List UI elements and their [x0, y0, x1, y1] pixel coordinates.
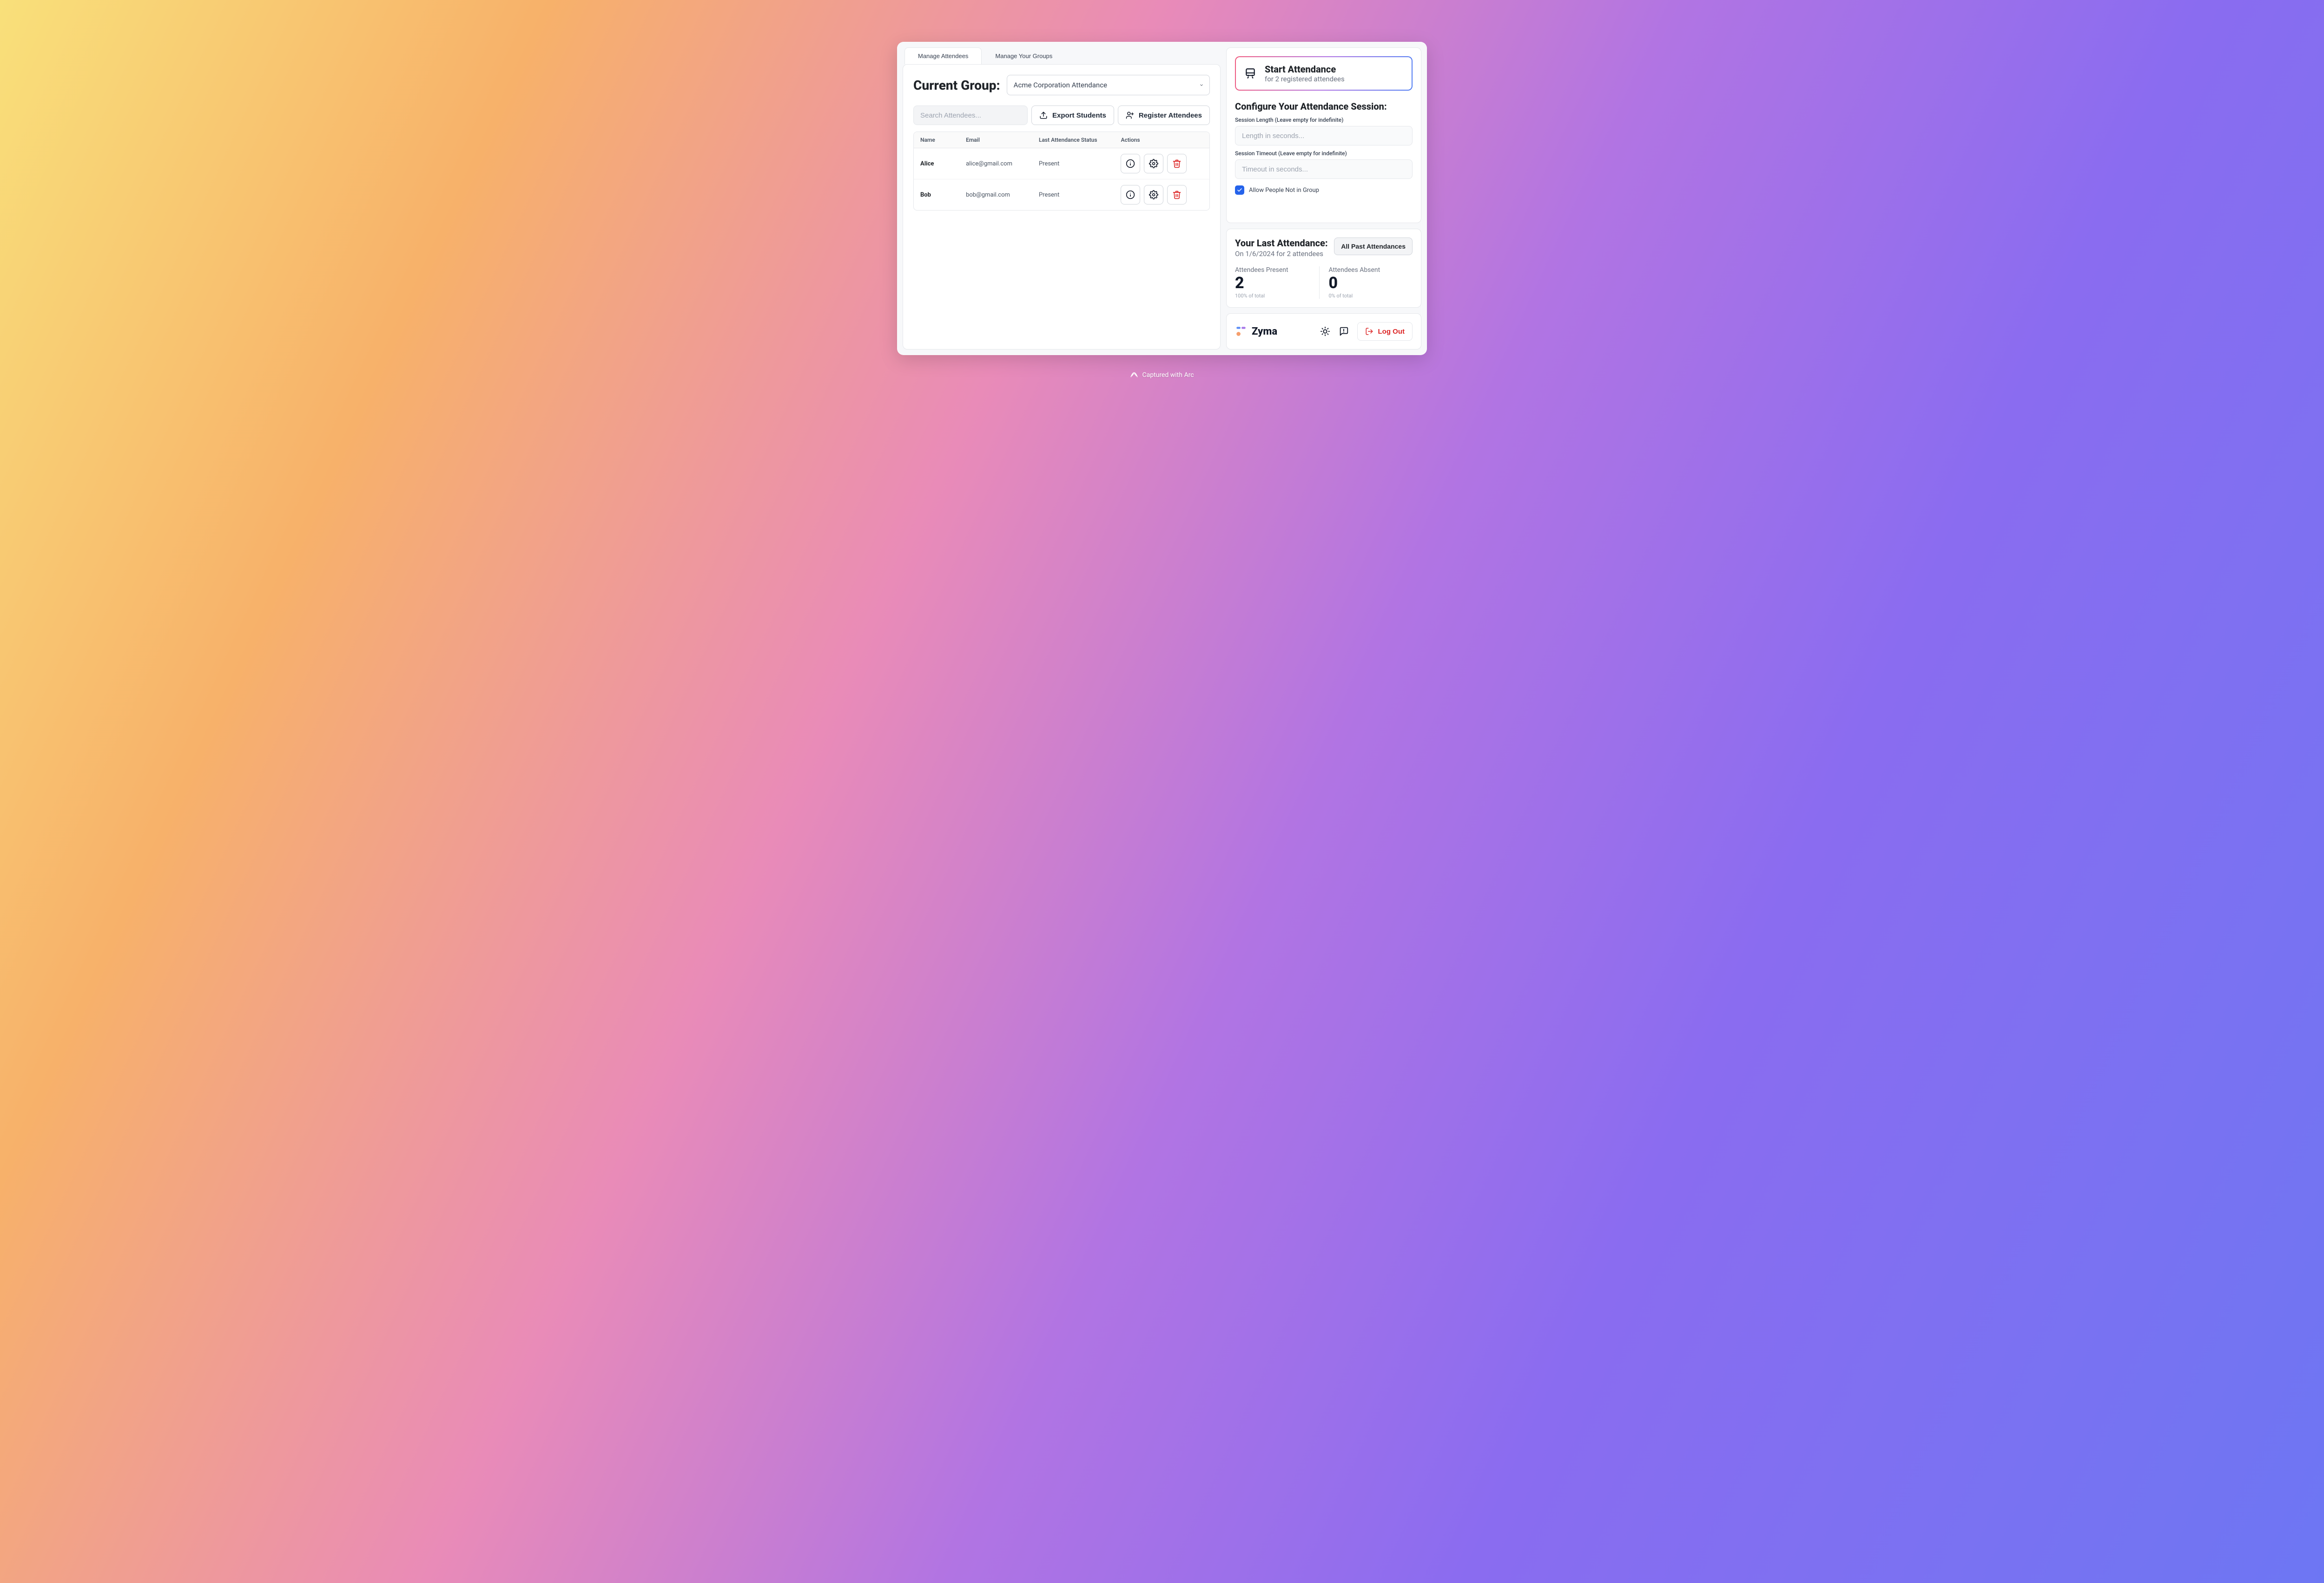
stat-present: Attendees Present 2 100% of total: [1235, 266, 1319, 299]
register-attendees-label: Register Attendees: [1139, 112, 1202, 119]
table-header: Name Email Last Attendance Status Action…: [914, 132, 1209, 148]
bus-icon: [1244, 67, 1256, 79]
brand: Zyma: [1235, 325, 1277, 337]
col-name: Name: [920, 137, 966, 143]
last-attendance-card: Your Last Attendance: On 1/6/2024 for 2 …: [1226, 229, 1421, 308]
register-attendees-button[interactable]: Register Attendees: [1118, 106, 1210, 125]
table-row: Alice alice@gmail.com Present: [914, 148, 1209, 179]
left-panel: Manage Attendees Manage Your Groups Curr…: [903, 47, 1221, 350]
logout-button[interactable]: Log Out: [1357, 322, 1413, 341]
delete-button[interactable]: [1167, 154, 1187, 173]
row-actions: [1121, 154, 1203, 173]
allow-people-checkbox[interactable]: [1235, 185, 1244, 195]
arc-icon: [1130, 371, 1138, 379]
all-past-attendances-button[interactable]: All Past Attendances: [1334, 237, 1413, 255]
allow-people-label: Allow People Not in Group: [1249, 187, 1319, 194]
col-actions: Actions: [1121, 137, 1203, 143]
start-attendance-button[interactable]: Start Attendance for 2 registered attend…: [1235, 56, 1413, 91]
start-attendance-subtitle: for 2 registered attendees: [1265, 75, 1345, 83]
last-attendance-header: Your Last Attendance: On 1/6/2024 for 2 …: [1235, 237, 1413, 258]
feedback-icon[interactable]: [1339, 326, 1349, 336]
toolbar: Export Students Register Attendees: [913, 106, 1210, 125]
tab-manage-attendees[interactable]: Manage Attendees: [905, 47, 982, 64]
configure-heading: Configure Your Attendance Session:: [1235, 101, 1413, 112]
footer-card: Zyma Log Out: [1226, 313, 1421, 350]
session-timeout-input[interactable]: [1235, 159, 1413, 179]
info-button[interactable]: [1121, 185, 1140, 204]
footer-icons: Log Out: [1320, 322, 1413, 341]
brand-logo-icon: [1235, 325, 1247, 337]
stat-absent-num: 0: [1329, 275, 1404, 292]
settings-button[interactable]: [1144, 185, 1163, 204]
stat-present-pct: 100% of total: [1235, 293, 1310, 299]
table-row: Bob bob@gmail.com Present: [914, 179, 1209, 210]
panel-body: Current Group: Acme Corporation Attendan…: [903, 64, 1221, 350]
session-length-input[interactable]: [1235, 126, 1413, 145]
info-icon: [1126, 190, 1135, 199]
row-name: Alice: [920, 160, 966, 167]
stat-absent-label: Attendees Absent: [1329, 266, 1404, 274]
row-name: Bob: [920, 191, 966, 198]
last-attendance-heading: Your Last Attendance:: [1235, 237, 1328, 249]
search-input[interactable]: [920, 112, 1021, 119]
config-card: Start Attendance for 2 registered attend…: [1226, 47, 1421, 223]
row-status: Present: [1039, 160, 1121, 167]
group-row: Current Group: Acme Corporation Attendan…: [913, 75, 1210, 95]
row-actions: [1121, 185, 1203, 204]
chevron-down-icon: [1199, 83, 1204, 87]
captured-with-arc-label: Captured with Arc: [1142, 371, 1194, 379]
sun-icon[interactable]: [1320, 326, 1330, 336]
delete-button[interactable]: [1167, 185, 1187, 204]
export-students-label: Export Students: [1052, 112, 1106, 119]
captured-with-arc: Captured with Arc: [1130, 371, 1194, 379]
export-students-button[interactable]: Export Students: [1031, 106, 1114, 125]
group-select-value: Acme Corporation Attendance: [1014, 81, 1107, 89]
logout-icon: [1365, 327, 1373, 336]
group-select[interactable]: Acme Corporation Attendance: [1007, 75, 1210, 95]
trash-icon: [1172, 159, 1182, 168]
brand-name: Zyma: [1252, 326, 1277, 337]
stat-present-label: Attendees Present: [1235, 266, 1310, 274]
user-plus-icon: [1126, 111, 1134, 119]
logout-label: Log Out: [1378, 328, 1405, 336]
gear-icon: [1149, 190, 1158, 199]
last-attendance-subtitle: On 1/6/2024 for 2 attendees: [1235, 250, 1328, 258]
gear-icon: [1149, 159, 1158, 168]
current-group-label: Current Group:: [913, 78, 1000, 93]
settings-button[interactable]: [1144, 154, 1163, 173]
start-attendance-title: Start Attendance: [1265, 64, 1345, 75]
session-timeout-label: Session Timeout (Leave empty for indefin…: [1235, 150, 1413, 157]
row-email: alice@gmail.com: [966, 160, 1039, 167]
col-status: Last Attendance Status: [1039, 137, 1121, 143]
row-email: bob@gmail.com: [966, 191, 1039, 198]
stat-absent-pct: 0% of total: [1329, 293, 1404, 299]
trash-icon: [1172, 190, 1182, 199]
allow-people-row[interactable]: Allow People Not in Group: [1235, 185, 1413, 195]
session-length-label: Session Length (Leave empty for indefini…: [1235, 117, 1413, 123]
tabs: Manage Attendees Manage Your Groups: [903, 47, 1221, 64]
col-email: Email: [966, 137, 1039, 143]
stat-present-num: 2: [1235, 275, 1310, 292]
start-attendance-text: Start Attendance for 2 registered attend…: [1265, 64, 1345, 83]
upload-icon: [1039, 111, 1048, 119]
attendees-table: Name Email Last Attendance Status Action…: [913, 132, 1210, 211]
app-window: Manage Attendees Manage Your Groups Curr…: [897, 42, 1427, 355]
right-col: Start Attendance for 2 registered attend…: [1226, 47, 1421, 350]
info-icon: [1126, 159, 1135, 168]
stats: Attendees Present 2 100% of total Attend…: [1235, 266, 1413, 299]
info-button[interactable]: [1121, 154, 1140, 173]
row-status: Present: [1039, 191, 1121, 198]
stat-absent: Attendees Absent 0 0% of total: [1319, 266, 1413, 299]
tab-manage-groups[interactable]: Manage Your Groups: [982, 47, 1066, 64]
search-box[interactable]: [913, 106, 1028, 125]
